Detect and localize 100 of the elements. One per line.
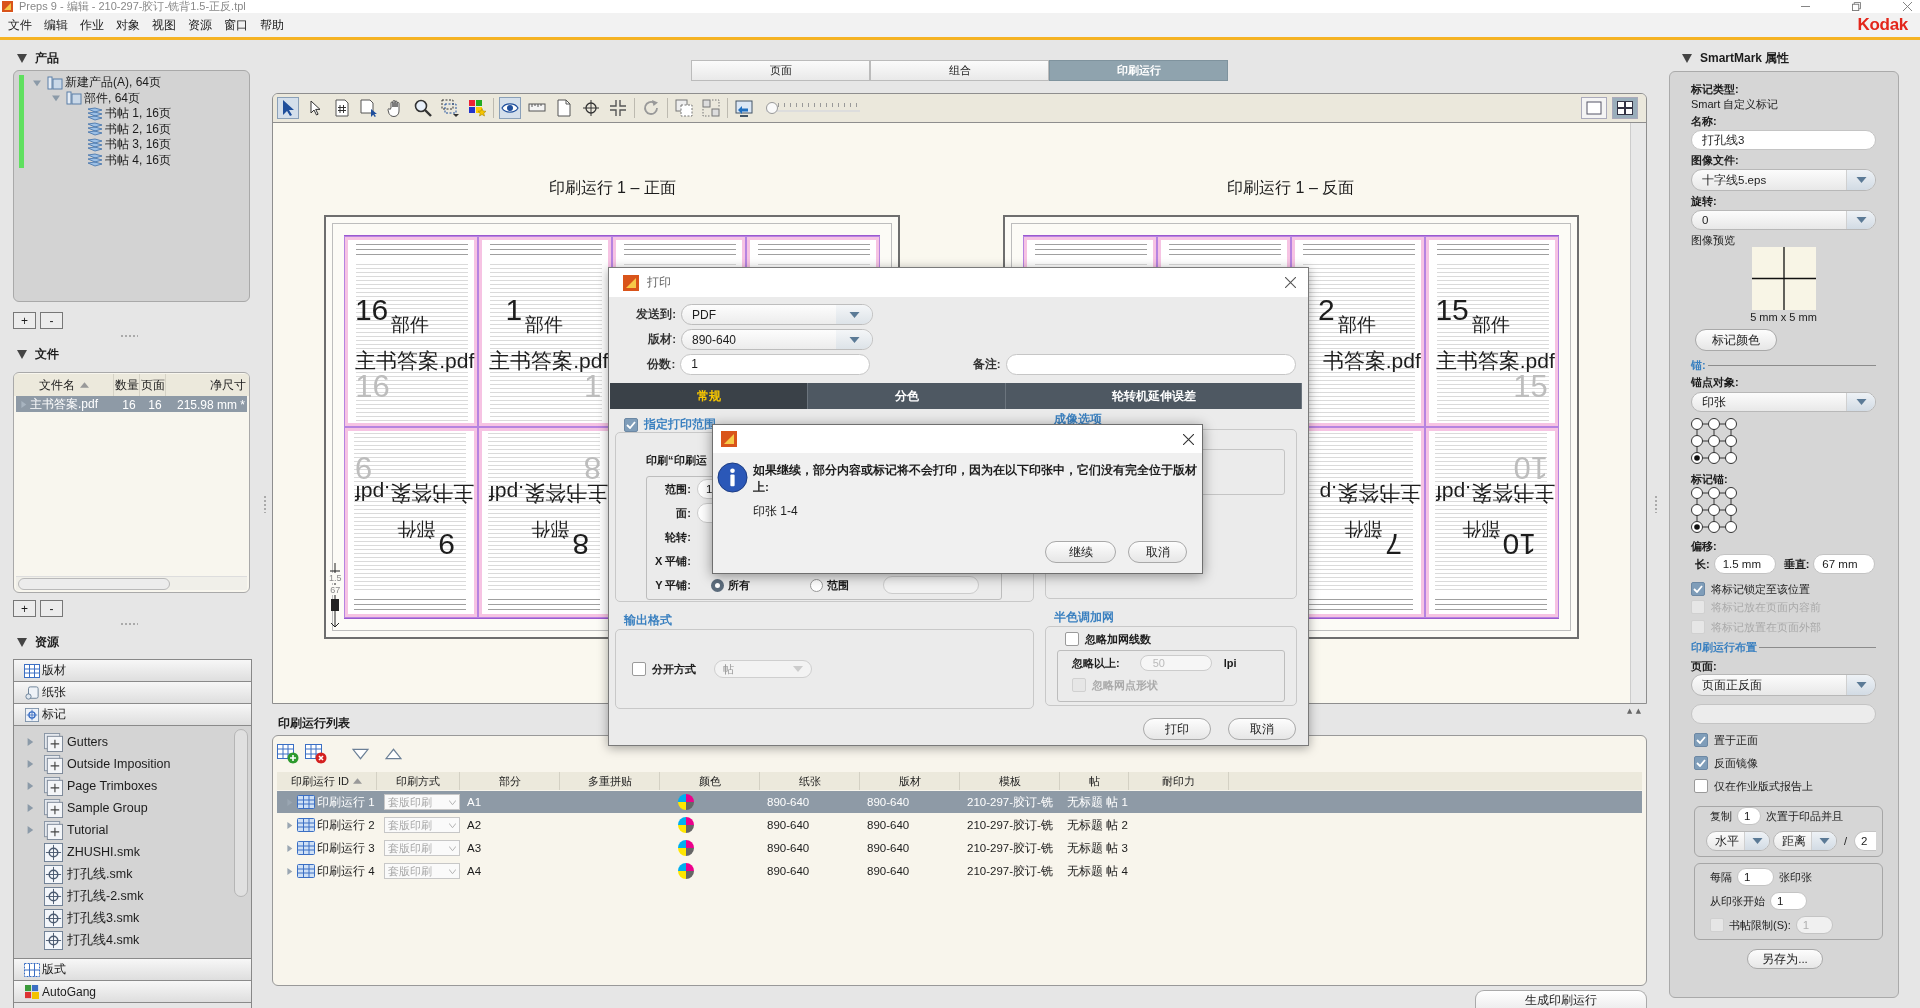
checkbox[interactable]: [1694, 779, 1708, 793]
collapse-icon[interactable]: [17, 53, 27, 63]
dropdown[interactable]: 890-640: [681, 329, 873, 350]
menu-item[interactable]: 对象: [110, 16, 146, 34]
anchor-radio[interactable]: [1708, 418, 1720, 430]
anchor-radio[interactable]: [1725, 435, 1737, 447]
accordion-header[interactable]: 版材: [14, 660, 251, 682]
run-row[interactable]: 印刷运行 2 套版印刷 A2 890-640 890-640 210-297-胶订-铣 无标题 帖 2: [277, 814, 1642, 836]
dropdown[interactable]: 水平: [1706, 831, 1770, 851]
tree-item[interactable]: 书帖 3, 16页: [105, 136, 172, 154]
input-field[interactable]: 1: [1770, 892, 1807, 910]
anchor-radio[interactable]: [1708, 487, 1720, 499]
continue-button[interactable]: 继续: [1045, 541, 1116, 563]
radio-button[interactable]: [711, 578, 724, 592]
close-icon[interactable]: [1183, 433, 1194, 445]
expand-arrow-icon[interactable]: [52, 94, 60, 103]
accordion-header[interactable]: 标记: [14, 704, 251, 726]
list-item[interactable]: Sample Group: [67, 801, 148, 815]
tab[interactable]: 分色: [808, 383, 1006, 409]
expand-arrow-icon[interactable]: [26, 826, 34, 834]
collapse-icon[interactable]: [17, 349, 27, 359]
column-header[interactable]: 净尺寸: [166, 374, 249, 396]
input-field[interactable]: 1.5 mm: [1713, 554, 1776, 574]
restore-icon[interactable]: [1852, 2, 1861, 11]
splitter-handle[interactable]: [120, 334, 138, 338]
splitter-handle[interactable]: [1654, 495, 1658, 513]
menu-item[interactable]: 作业: [74, 16, 110, 34]
anchor-radio[interactable]: [1691, 521, 1703, 533]
column-header[interactable]: 印刷方式: [377, 772, 460, 790]
anchor-radio[interactable]: [1708, 521, 1720, 533]
splitter-handle[interactable]: [263, 495, 267, 513]
tree-item[interactable]: 新建产品(A), 64页: [65, 74, 161, 92]
collapse-icon[interactable]: [17, 637, 27, 647]
dropdown[interactable]: 印张: [1691, 392, 1876, 412]
expand-arrow-icon[interactable]: [33, 78, 41, 87]
save-as-button[interactable]: 另存为...: [1747, 949, 1823, 969]
menu-item[interactable]: 帮助: [254, 16, 290, 34]
checkbox[interactable]: [1065, 632, 1079, 646]
input-field[interactable]: 1: [1737, 807, 1761, 825]
dropdown[interactable]: PDF: [681, 304, 873, 325]
list-item[interactable]: 打孔线.smk: [67, 865, 133, 883]
list-item[interactable]: Gutters: [67, 735, 108, 749]
anchor-radio[interactable]: [1708, 452, 1720, 464]
checkbox[interactable]: [624, 417, 638, 432]
view-mode-button[interactable]: [1612, 97, 1638, 119]
dropdown[interactable]: 十字线5.eps: [1691, 169, 1876, 191]
tab[interactable]: 组合: [870, 60, 1049, 81]
anchor-radio[interactable]: [1691, 435, 1703, 447]
tool-button[interactable]: [499, 97, 521, 119]
column-header[interactable]: 模板: [960, 772, 1060, 790]
tool-button[interactable]: [733, 97, 755, 119]
accordion-header[interactable]: 版式: [14, 959, 251, 981]
tool-button[interactable]: [580, 97, 602, 119]
anchor-radio[interactable]: [1691, 504, 1703, 516]
checkbox[interactable]: [1694, 733, 1708, 747]
cancel-button[interactable]: 取消: [1228, 718, 1296, 740]
anchor-radio[interactable]: [1691, 452, 1703, 464]
anchor-radio[interactable]: [1725, 521, 1737, 533]
mark-color-button[interactable]: 标记颜色: [1695, 329, 1777, 351]
tab[interactable]: 轮转机延伸误差: [1006, 383, 1302, 409]
tool-button[interactable]: [466, 97, 488, 119]
list-item[interactable]: Tutorial: [67, 823, 109, 837]
input-field[interactable]: [1691, 704, 1876, 724]
input-field[interactable]: [1005, 354, 1296, 375]
expand-arrow-icon[interactable]: [26, 804, 34, 812]
cancel-button[interactable]: 取消: [1128, 541, 1187, 563]
column-header[interactable]: 印刷运行 ID: [277, 772, 377, 790]
expand-arrow-icon[interactable]: [286, 844, 293, 852]
anchor-radio[interactable]: [1725, 487, 1737, 499]
add-button[interactable]: +: [13, 312, 36, 329]
input-field[interactable]: [883, 576, 979, 594]
menu-item[interactable]: 视图: [146, 16, 182, 34]
column-header[interactable]: 颜色: [660, 772, 760, 790]
run-row[interactable]: 印刷运行 4 套版印刷 A4 890-640 890-640 210-297-胶订-铣 无标题 帖 4: [277, 860, 1642, 882]
tree-item[interactable]: 书帖 2, 16页: [105, 120, 172, 138]
column-header[interactable]: 耐印力: [1129, 772, 1229, 790]
expand-arrow-icon[interactable]: [26, 782, 34, 790]
tool-button[interactable]: [277, 97, 299, 119]
input-field[interactable]: 2: [1854, 831, 1877, 851]
dropdown[interactable]: 页面正反面: [1691, 674, 1876, 696]
menu-item[interactable]: 文件: [2, 16, 38, 34]
anchor-radio[interactable]: [1708, 504, 1720, 516]
input-field[interactable]: 1: [680, 354, 870, 375]
delete-run-button[interactable]: [305, 744, 327, 764]
tree-item[interactable]: 部件, 64页: [84, 89, 140, 107]
list-item[interactable]: 打孔线-2.smk: [67, 887, 144, 905]
run-row[interactable]: 印刷运行 3 套版印刷 A3 890-640 890-640 210-297-胶订-铣 无标题 帖 3: [277, 837, 1642, 859]
menu-item[interactable]: 资源: [182, 16, 218, 34]
add-run-button[interactable]: [277, 744, 299, 764]
close-icon[interactable]: [1285, 277, 1296, 288]
splitter-handle[interactable]: [120, 622, 138, 626]
column-header[interactable]: 版材: [860, 772, 960, 790]
anchor-radio[interactable]: [1691, 487, 1703, 499]
expand-arrow-icon[interactable]: [26, 738, 34, 746]
tool-button[interactable]: [412, 97, 434, 119]
generate-button[interactable]: 生成印刷运行: [1475, 990, 1647, 1008]
list-item[interactable]: 打孔线3.smk: [67, 909, 140, 927]
input-field[interactable]: 1: [1737, 868, 1774, 886]
accordion-header[interactable]: 纸张: [14, 682, 251, 704]
splitter-arrows-icon[interactable]: [1627, 708, 1641, 714]
